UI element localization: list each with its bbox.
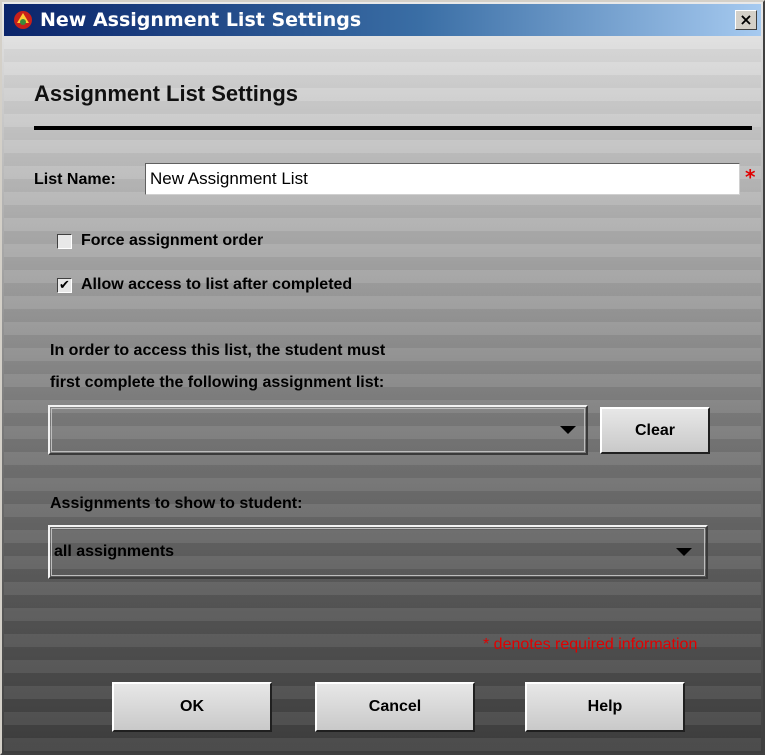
show-assignments-dropdown[interactable]: all assignments (48, 525, 708, 579)
clear-button[interactable]: Clear (600, 407, 710, 454)
close-button[interactable]: × (735, 10, 757, 30)
chevron-down-icon[interactable] (676, 548, 692, 556)
prerequisite-list-dropdown[interactable] (48, 405, 588, 455)
cancel-button[interactable]: Cancel (315, 682, 475, 732)
app-logo-icon (14, 11, 32, 29)
prerequisite-text-line2: first complete the following assignment … (50, 374, 385, 391)
show-assignments-selected-value: all assignments (54, 543, 175, 560)
dialog-window: New Assignment List Settings × Assignmen… (0, 0, 765, 755)
window-title: New Assignment List Settings (40, 9, 362, 31)
ok-button[interactable]: OK (112, 682, 272, 732)
dropdown-frame (51, 408, 585, 452)
force-order-checkbox[interactable] (57, 234, 72, 249)
list-name-label: List Name: (34, 171, 116, 188)
chevron-down-icon[interactable] (560, 426, 576, 434)
heading-divider (34, 126, 752, 130)
list-name-input[interactable]: New Assignment List (145, 163, 740, 195)
required-info-note: * denotes required information (483, 636, 698, 653)
page-title: Assignment List Settings (34, 81, 299, 106)
allow-access-checkbox[interactable]: ✔ (57, 278, 72, 293)
help-button[interactable]: Help (525, 682, 685, 732)
title-bar[interactable]: New Assignment List Settings × (4, 4, 761, 36)
close-icon: × (739, 10, 753, 29)
prerequisite-text-line1: In order to access this list, the studen… (50, 342, 386, 359)
allow-access-label[interactable]: Allow access to list after completed (81, 276, 352, 294)
force-order-label[interactable]: Force assignment order (81, 232, 263, 250)
required-marker: * (745, 165, 756, 189)
show-assignments-label: Assignments to show to student: (50, 495, 303, 512)
